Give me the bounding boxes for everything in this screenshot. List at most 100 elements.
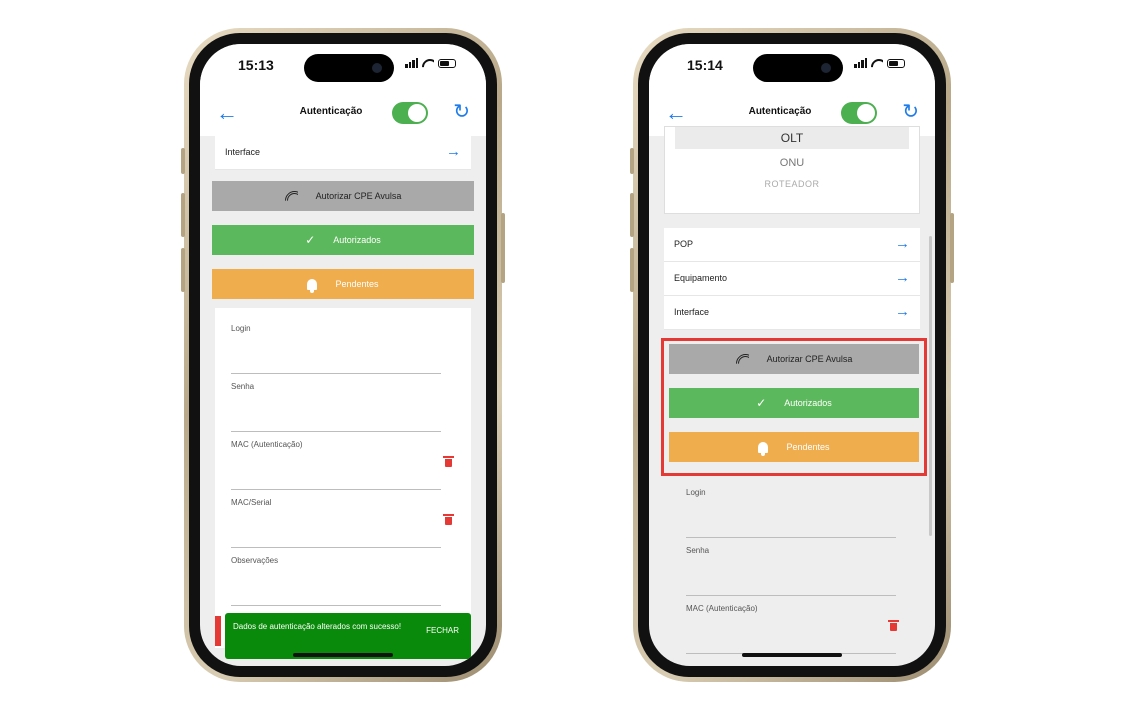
topology-card: OLT ONU ROTEADOR — [664, 126, 920, 214]
bell-icon — [758, 441, 769, 456]
signal-icon — [405, 58, 418, 68]
status-icons — [405, 58, 456, 68]
auth-form: Login Senha MAC (Autenticação) MAC/Seria… — [215, 308, 471, 648]
pending-label: Pendentes — [786, 442, 830, 452]
phone-right: 15:14 ← Autenticação ↻ OLT ONU ROTEADOR … — [630, 28, 954, 682]
wifi-icon — [285, 191, 298, 201]
authorized-button[interactable]: ✓ Autorizados — [669, 388, 919, 418]
dynamic-island — [753, 54, 843, 82]
auth-toggle[interactable] — [841, 102, 877, 124]
action-button — [181, 148, 185, 174]
volume-down-button — [181, 248, 185, 292]
check-icon: ✓ — [756, 396, 767, 410]
status-icons — [854, 58, 905, 68]
row-interface[interactable]: Interface → — [664, 296, 920, 330]
forward-arrow-icon: → — [895, 235, 910, 252]
onu-label: ONU — [779, 157, 805, 169]
phone-left: 15:13 ← Autenticação ↻ Interface → Autor… — [181, 28, 505, 682]
camera-icon — [372, 63, 382, 73]
login-field[interactable]: Login — [686, 488, 896, 538]
trash-icon[interactable] — [443, 514, 454, 525]
wifi-icon — [422, 59, 434, 68]
power-button — [501, 213, 505, 283]
refresh-icon[interactable]: ↻ — [453, 101, 470, 123]
password-label: Senha — [686, 546, 710, 555]
row-interface-label: Interface — [674, 307, 710, 317]
refresh-icon[interactable]: ↻ — [902, 101, 919, 123]
authorize-cpe-button[interactable]: Autorizar CPE Avulsa — [669, 344, 919, 374]
content: OLT ONU ROTEADOR POP → Equipamento → Int… — [649, 126, 935, 666]
dynamic-island — [304, 54, 394, 82]
login-label: Login — [686, 488, 706, 497]
row-equipamento[interactable]: Equipamento → — [664, 262, 920, 296]
auth-form: Login Senha MAC (Autenticação) — [664, 476, 920, 666]
mac-auth-label: MAC (Autenticação) — [231, 440, 303, 449]
home-indicator[interactable] — [742, 653, 842, 657]
forward-arrow-icon: → — [446, 143, 461, 160]
power-button — [950, 213, 954, 283]
battery-icon — [887, 58, 905, 68]
authorize-cpe-label: Autorizar CPE Avulsa — [315, 191, 402, 201]
authorize-cpe-button[interactable]: Autorizar CPE Avulsa — [212, 181, 474, 211]
authorized-label: Autorizados — [784, 398, 832, 408]
toggle-knob — [857, 104, 875, 122]
status-time: 15:14 — [687, 57, 723, 73]
signal-icon — [854, 58, 867, 68]
camera-icon — [821, 63, 831, 73]
app-header: ← Autenticação ↻ — [200, 92, 486, 136]
stage: 15:13 ← Autenticação ↻ Interface → Autor… — [0, 0, 1134, 706]
forward-arrow-icon: → — [895, 269, 910, 286]
action-button — [630, 148, 634, 174]
mac-serial-field[interactable]: MAC/Serial — [231, 498, 441, 548]
wifi-icon — [736, 354, 749, 364]
mac-auth-label: MAC (Autenticação) — [686, 604, 758, 613]
content: Interface → Autorizar CPE Avulsa ✓ Autor… — [200, 136, 486, 666]
forward-arrow-icon: → — [895, 303, 910, 320]
row-equipamento-label: Equipamento — [674, 273, 728, 283]
volume-up-button — [181, 193, 185, 237]
volume-down-button — [630, 248, 634, 292]
row-pop-label: POP — [674, 239, 694, 249]
mac-serial-label: MAC/Serial — [231, 498, 272, 507]
password-field[interactable]: Senha — [686, 546, 896, 596]
olt-label: OLT — [675, 127, 909, 149]
volume-up-button — [630, 193, 634, 237]
toast-message: Dados de autenticação alterados com suce… — [233, 622, 402, 631]
row-interface-label: Interface — [225, 147, 261, 157]
pending-button[interactable]: Pendentes — [669, 432, 919, 462]
bezel: 15:14 ← Autenticação ↻ OLT ONU ROTEADOR … — [638, 33, 946, 677]
toast-close-button[interactable]: FECHAR — [426, 626, 459, 635]
password-field[interactable]: Senha — [231, 382, 441, 432]
pending-label: Pendentes — [335, 279, 379, 289]
wifi-icon — [871, 59, 883, 68]
row-pop[interactable]: POP → — [664, 228, 920, 262]
status-bar: 15:14 — [649, 44, 935, 92]
notes-field[interactable]: Observações — [231, 556, 441, 606]
trash-icon[interactable] — [888, 620, 899, 631]
check-icon: ✓ — [305, 233, 316, 247]
login-field[interactable]: Login — [231, 324, 441, 374]
bezel: 15:13 ← Autenticação ↻ Interface → Autor… — [189, 33, 497, 677]
home-indicator[interactable] — [293, 653, 393, 657]
mac-auth-field[interactable]: MAC (Autenticação) — [231, 440, 441, 490]
scrollbar[interactable] — [929, 236, 932, 536]
screen: 15:14 ← Autenticação ↻ OLT ONU ROTEADOR … — [649, 44, 935, 666]
authorized-label: Autorizados — [333, 235, 381, 245]
trash-icon[interactable] — [443, 456, 454, 467]
password-label: Senha — [231, 382, 255, 391]
screen: 15:13 ← Autenticação ↻ Interface → Autor… — [200, 44, 486, 666]
page-title: Autenticação — [299, 106, 363, 117]
battery-icon — [438, 58, 456, 68]
login-label: Login — [231, 324, 251, 333]
authorize-cpe-label: Autorizar CPE Avulsa — [766, 354, 853, 364]
notes-label: Observações — [231, 556, 279, 565]
pending-button[interactable]: Pendentes — [212, 269, 474, 299]
authorized-button[interactable]: ✓ Autorizados — [212, 225, 474, 255]
toggle-knob — [408, 104, 426, 122]
save-button-edge — [215, 616, 221, 646]
status-time: 15:13 — [238, 57, 274, 73]
auth-toggle[interactable] — [392, 102, 428, 124]
mac-auth-field[interactable]: MAC (Autenticação) — [686, 604, 896, 654]
row-interface[interactable]: Interface → — [215, 136, 471, 170]
bell-icon — [307, 278, 318, 293]
